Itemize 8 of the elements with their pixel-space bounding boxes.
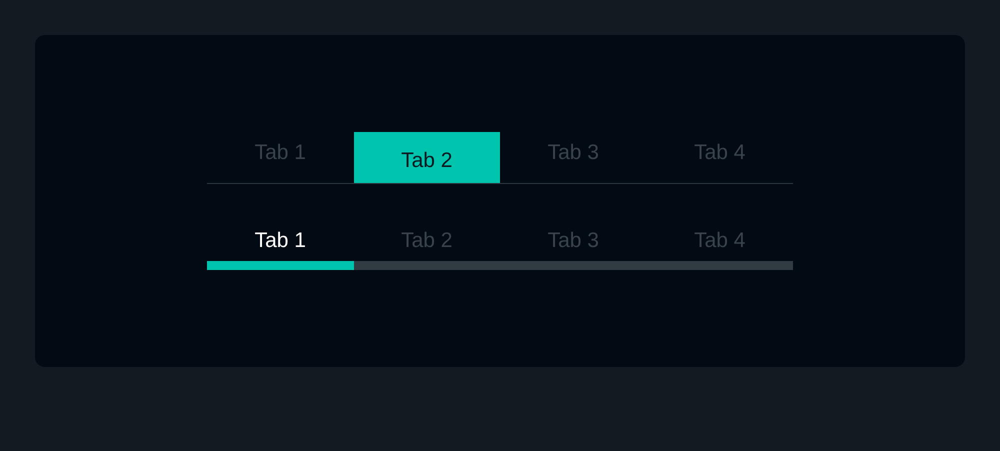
tab[interactable]: Tab 4 [646,221,793,261]
tab[interactable]: Tab 3 [500,221,646,261]
tab[interactable]: Tab 1 [207,132,354,183]
tab[interactable]: Tab 2 [354,132,500,183]
tab[interactable]: Tab 3 [500,132,646,183]
tab[interactable]: Tab 2 [354,221,500,261]
tab[interactable]: Tab 4 [646,132,793,183]
tab[interactable]: Tab 1 [207,221,354,261]
